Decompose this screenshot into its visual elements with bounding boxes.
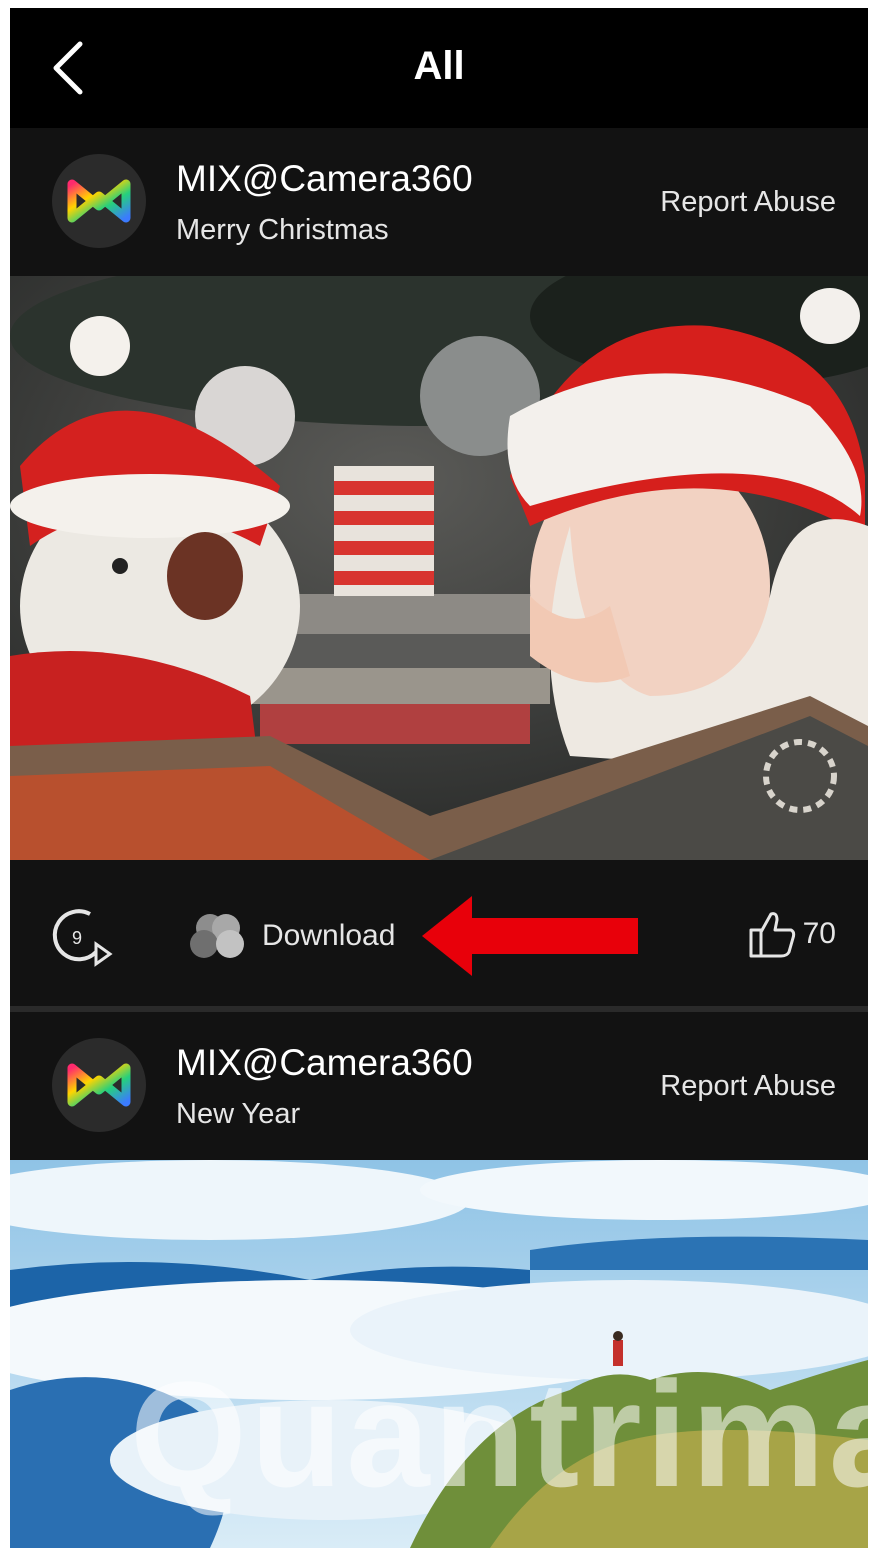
timer-button[interactable]: 9 <box>50 904 114 968</box>
like-button[interactable]: 70 <box>747 904 836 964</box>
avatar[interactable] <box>52 1038 146 1132</box>
annotation-arrow-icon <box>422 896 638 976</box>
post-photo[interactable] <box>10 276 868 860</box>
post-caption: New Year <box>176 1098 301 1130</box>
download-label: Download <box>262 919 396 952</box>
mix-logo-icon <box>67 1063 131 1107</box>
watermark: Quantrimang <box>130 1350 868 1518</box>
avatar[interactable] <box>52 154 146 248</box>
post-caption: Merry Christmas <box>176 214 389 246</box>
nav-bar: All <box>10 8 868 128</box>
report-abuse-button[interactable]: Report Abuse <box>660 186 836 219</box>
post-header: MIX@Camera360 New Year Report Abuse <box>10 1012 868 1160</box>
app-screen: All MIX@Camera360 Merry Christmas Report… <box>10 8 868 1548</box>
post-author[interactable]: MIX@Camera360 <box>176 158 473 200</box>
download-button[interactable]: Download <box>186 910 395 962</box>
post-action-bar: 9 Download 70 <box>10 860 868 1006</box>
filter-circles-icon <box>190 914 244 958</box>
report-abuse-button[interactable]: Report Abuse <box>660 1070 836 1103</box>
like-count: 70 <box>802 917 836 950</box>
page-title: All <box>413 44 465 88</box>
svg-text:9: 9 <box>72 928 82 948</box>
post-header: MIX@Camera360 Merry Christmas Report Abu… <box>10 128 868 276</box>
thumbs-up-icon <box>749 912 795 958</box>
timer-play-icon: 9 <box>52 909 113 967</box>
post-author[interactable]: MIX@Camera360 <box>176 1042 473 1084</box>
mix-logo-icon <box>67 179 131 223</box>
